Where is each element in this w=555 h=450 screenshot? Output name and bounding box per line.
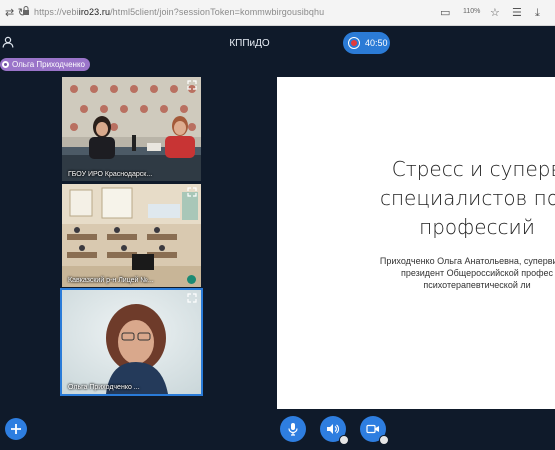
audio-button[interactable] xyxy=(320,416,349,445)
url-field[interactable]: https://vebiiro23.ru/html5client/join?se… xyxy=(34,7,324,17)
lock-icon xyxy=(23,6,29,15)
microphone-button[interactable] xyxy=(280,416,306,442)
recording-timer: 40:50 xyxy=(365,38,388,48)
speaker-icon xyxy=(327,424,339,434)
slide-subtitle: Приходченко Ольга Анатольевна, супервизо… xyxy=(379,256,555,290)
browser-address-bar: ⇄ ↻ https://vebiiro23.ru/html5client/joi… xyxy=(0,0,555,26)
slide-title: Стресс и суперв специалистов пом професс… xyxy=(379,157,555,239)
microphone-icon xyxy=(288,423,298,436)
video-feed xyxy=(62,184,201,287)
video-feed xyxy=(62,77,201,181)
audio-settings-icon[interactable] xyxy=(339,435,349,445)
presentation-slide: Стресс и суперв специалистов пом професс… xyxy=(277,77,555,409)
record-icon xyxy=(348,37,360,49)
video-tile-1[interactable]: ГБОУ ИРО Краснодарск... xyxy=(62,77,201,181)
camera-settings-icon[interactable] xyxy=(379,435,389,445)
presenter-name: Ольга Приходченко xyxy=(12,60,85,69)
participant-label: Кавказский р-н Лицей №... xyxy=(68,277,154,284)
audio-active-icon xyxy=(187,275,196,284)
actions-button[interactable] xyxy=(5,418,27,440)
meeting-title: КППиДО xyxy=(229,38,270,49)
recording-timer-button[interactable]: 40:50 xyxy=(343,32,390,54)
presenter-badge: Ольга Приходченко xyxy=(0,58,90,71)
expand-icon[interactable] xyxy=(187,80,197,90)
presenter-icon xyxy=(2,61,9,68)
camera-button[interactable] xyxy=(360,416,389,445)
zoom-level: 110% xyxy=(463,8,481,15)
expand-icon[interactable] xyxy=(187,187,197,197)
video-tile-3[interactable]: Ольга Приходченко ... xyxy=(60,288,203,396)
star-icon[interactable]: ☆ xyxy=(490,6,500,19)
expand-icon[interactable] xyxy=(187,293,197,303)
video-feed xyxy=(62,290,201,394)
download-icon[interactable]: ⤓ xyxy=(535,6,540,20)
video-tile-2[interactable]: Кавказский р-н Лицей №... xyxy=(62,184,201,287)
plus-icon xyxy=(11,424,21,434)
participant-label: ГБОУ ИРО Краснодарск... xyxy=(68,171,153,178)
screen-icon[interactable]: ▭ xyxy=(440,6,450,19)
bookmarks-icon[interactable]: ☰ xyxy=(512,6,522,19)
participant-label: Ольга Приходченко ... xyxy=(68,384,140,391)
camera-icon xyxy=(366,424,379,434)
